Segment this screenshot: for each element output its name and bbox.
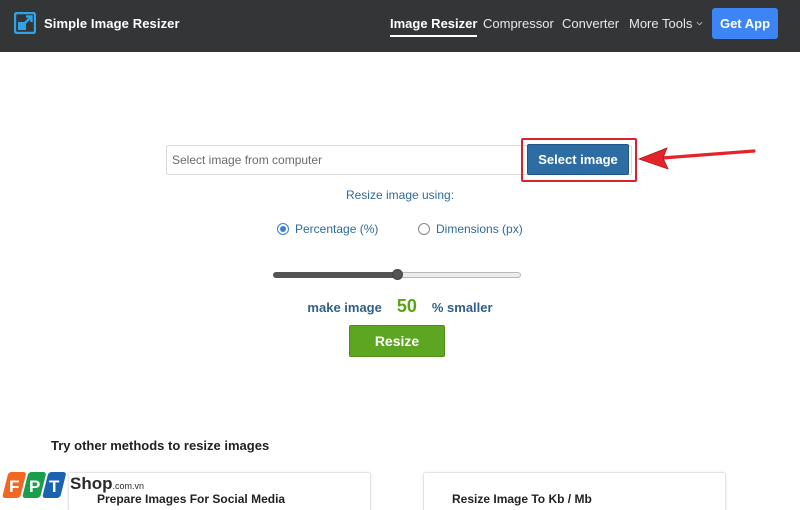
slider-thumb[interactable] — [391, 269, 403, 280]
card-resize-kb-mb[interactable]: Resize Image To Kb / Mb — [423, 472, 726, 510]
radio-dimensions-label: Dimensions (px) — [436, 222, 523, 236]
svg-text:P: P — [29, 477, 40, 496]
resize-arrow-icon — [14, 12, 36, 34]
watermark-shop-text: Shop.com.vn — [70, 474, 144, 494]
other-methods-title: Try other methods to resize images — [51, 438, 270, 453]
nav-converter[interactable]: Converter — [562, 16, 619, 31]
pointer-arrow-annotation — [637, 147, 756, 170]
radio-percentage[interactable]: Percentage (%) — [277, 222, 378, 236]
watermark-shop: Shop — [70, 474, 113, 493]
radio-percentage-control[interactable] — [277, 223, 289, 235]
radio-percentage-label: Percentage (%) — [295, 222, 379, 236]
watermark-domain: .com.vn — [112, 481, 145, 491]
nav-more-tools[interactable]: More Tools — [629, 16, 703, 31]
get-app-button[interactable]: Get App — [712, 8, 778, 39]
select-image-button[interactable]: Select image — [527, 144, 629, 175]
smaller-readout: make image 50 % smaller — [0, 296, 800, 317]
resize-button[interactable]: Resize — [349, 325, 445, 357]
chevron-down-icon — [696, 21, 703, 26]
radio-dimensions-control[interactable] — [418, 223, 430, 235]
resize-using-label: Resize image using: — [345, 188, 455, 202]
svg-text:T: T — [49, 477, 60, 496]
nav-compressor[interactable]: Compressor — [483, 16, 554, 31]
make-image-label: make image — [307, 300, 382, 315]
top-navbar: Simple Image Resizer Image Resizer Compr… — [0, 0, 800, 52]
nav-image-resizer[interactable]: Image Resizer — [390, 16, 478, 37]
brand-link[interactable]: Simple Image Resizer — [14, 12, 180, 34]
card-title: Resize Image To Kb / Mb — [452, 492, 592, 506]
percent-smaller-label: % smaller — [431, 300, 493, 315]
percentage-slider[interactable] — [273, 268, 521, 282]
file-path-placeholder: Select image from computer — [172, 153, 323, 167]
percent-value[interactable]: 50 — [394, 296, 420, 317]
slider-fill — [273, 272, 397, 278]
radio-dimensions[interactable]: Dimensions (px) — [418, 222, 523, 236]
nav-more-tools-label: More Tools — [629, 16, 693, 31]
brand-name: Simple Image Resizer — [44, 15, 180, 31]
svg-text:F: F — [9, 477, 19, 496]
